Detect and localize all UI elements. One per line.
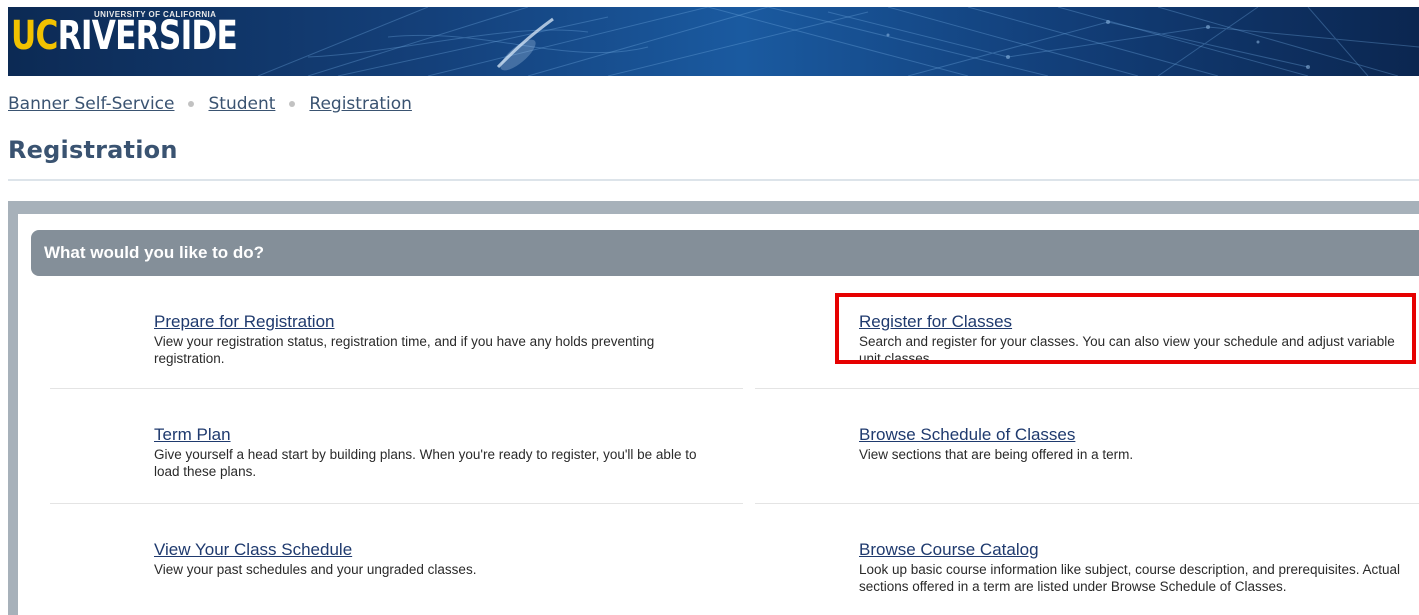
prepare-for-registration-link[interactable]: Prepare for Registration — [154, 312, 334, 332]
option-view-your-class-schedule: View Your Class Schedule View your past … — [154, 540, 714, 578]
page-title: Registration — [8, 136, 178, 164]
logo-subtitle: UNIVERSITY OF CALIFORNIA — [94, 10, 217, 19]
row-divider — [755, 388, 1419, 389]
prepare-for-registration-description: View your registration status, registrat… — [154, 334, 655, 366]
option-term-plan: Term Plan Give yourself a head start by … — [154, 425, 714, 480]
view-your-class-schedule-link[interactable]: View Your Class Schedule — [154, 540, 352, 560]
option-prepare-for-registration: Prepare for Registration View your regis… — [154, 312, 714, 367]
breadcrumb-separator — [289, 101, 296, 107]
browse-course-catalog-description: Look up basic course information like su… — [859, 562, 1401, 594]
row-divider — [755, 503, 1419, 504]
option-browse-course-catalog: Browse Course Catalog Look up basic cour… — [859, 540, 1419, 595]
title-divider — [8, 179, 1419, 181]
register-for-classes-link[interactable]: Register for Classes — [859, 312, 1012, 332]
option-register-for-classes: Register for Classes Search and register… — [859, 312, 1419, 367]
row-divider — [50, 388, 743, 389]
option-browse-schedule-of-classes: Browse Schedule of Classes View sections… — [859, 425, 1419, 463]
browse-schedule-of-classes-link[interactable]: Browse Schedule of Classes — [859, 425, 1075, 445]
view-your-class-schedule-description: View your past schedules and your ungrad… — [154, 562, 477, 577]
term-plan-description: Give yourself a head start by building p… — [154, 447, 697, 479]
row-divider — [50, 503, 743, 504]
term-plan-link[interactable]: Term Plan — [154, 425, 231, 445]
breadcrumb-separator — [188, 101, 195, 107]
logo-riverside: RIVERSIDE — [57, 13, 238, 59]
logo-uc: UC — [11, 13, 58, 59]
register-for-classes-description: Search and register for your classes. Yo… — [859, 334, 1395, 366]
breadcrumb-registration[interactable]: Registration — [309, 94, 412, 114]
breadcrumb-banner-self-service[interactable]: Banner Self-Service — [8, 94, 174, 114]
browse-course-catalog-link[interactable]: Browse Course Catalog — [859, 540, 1039, 560]
breadcrumb: Banner Self-Service Student Registration — [8, 94, 412, 114]
browse-schedule-of-classes-description: View sections that are being offered in … — [859, 447, 1134, 462]
breadcrumb-student[interactable]: Student — [208, 94, 275, 114]
header-banner: UCRIVERSIDE UNIVERSITY OF CALIFORNIA — [8, 7, 1419, 76]
panel-heading: What would you like to do? — [31, 230, 1419, 276]
